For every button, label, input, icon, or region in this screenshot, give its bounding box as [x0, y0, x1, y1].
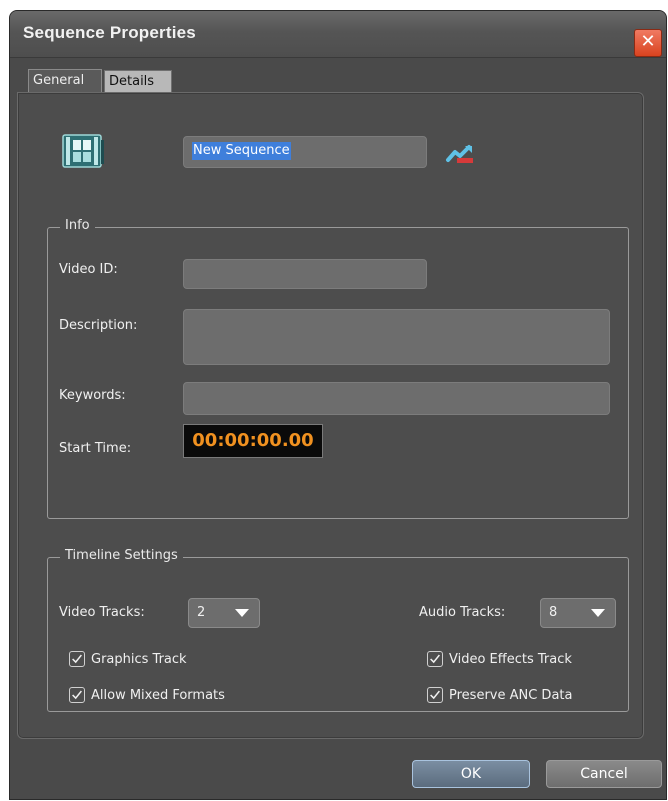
start-time-timecode[interactable]: 00:00:00.00 [183, 424, 323, 458]
sequence-name-field[interactable]: New Sequence [183, 136, 427, 168]
video-id-field[interactable] [183, 259, 427, 289]
dialog-title: Sequence Properties [23, 23, 196, 42]
video-tracks-value: 2 [197, 605, 206, 620]
graphics-track-label: Graphics Track [91, 651, 187, 667]
allow-mixed-formats-checkbox[interactable]: Allow Mixed Formats [69, 687, 225, 703]
keywords-field[interactable] [183, 382, 610, 415]
tab-general[interactable]: General [28, 69, 102, 92]
ok-button[interactable]: OK [412, 760, 530, 788]
tab-details[interactable]: Details [104, 70, 172, 94]
video-effects-track-label: Video Effects Track [449, 651, 572, 667]
checkmark-icon [69, 687, 85, 703]
start-time-label: Start Time: [59, 441, 132, 456]
timeline-settings-legend: Timeline Settings [60, 548, 183, 563]
checkmark-icon [427, 687, 443, 703]
audio-tracks-label: Audio Tracks: [419, 605, 506, 620]
film-strip-icon [62, 134, 104, 168]
checkmark-icon [69, 651, 85, 667]
cancel-button[interactable]: Cancel [546, 760, 662, 788]
preserve-anc-data-label: Preserve ANC Data [449, 687, 573, 703]
video-tracks-dropdown[interactable]: 2 [188, 598, 260, 628]
video-tracks-label: Video Tracks: [59, 605, 145, 620]
title-bar[interactable]: Sequence Properties ✕ [10, 11, 666, 58]
graphics-track-checkbox[interactable]: Graphics Track [69, 651, 187, 667]
audio-tracks-value: 8 [549, 605, 558, 620]
audio-tracks-dropdown[interactable]: 8 [540, 598, 616, 628]
chevron-down-icon [591, 609, 605, 617]
info-legend: Info [60, 218, 95, 233]
video-effects-track-checkbox[interactable]: Video Effects Track [427, 651, 572, 667]
description-field[interactable] [183, 309, 610, 365]
link-arrow-icon[interactable] [445, 143, 477, 165]
description-label: Description: [59, 318, 138, 333]
checkmark-icon [427, 651, 443, 667]
allow-mixed-formats-label: Allow Mixed Formats [91, 687, 225, 703]
sequence-name-value: New Sequence [192, 142, 291, 160]
close-button[interactable]: ✕ [634, 29, 662, 57]
video-id-label: Video ID: [59, 262, 118, 277]
chevron-down-icon [235, 609, 249, 617]
preserve-anc-data-checkbox[interactable]: Preserve ANC Data [427, 687, 572, 703]
keywords-label: Keywords: [59, 388, 126, 403]
